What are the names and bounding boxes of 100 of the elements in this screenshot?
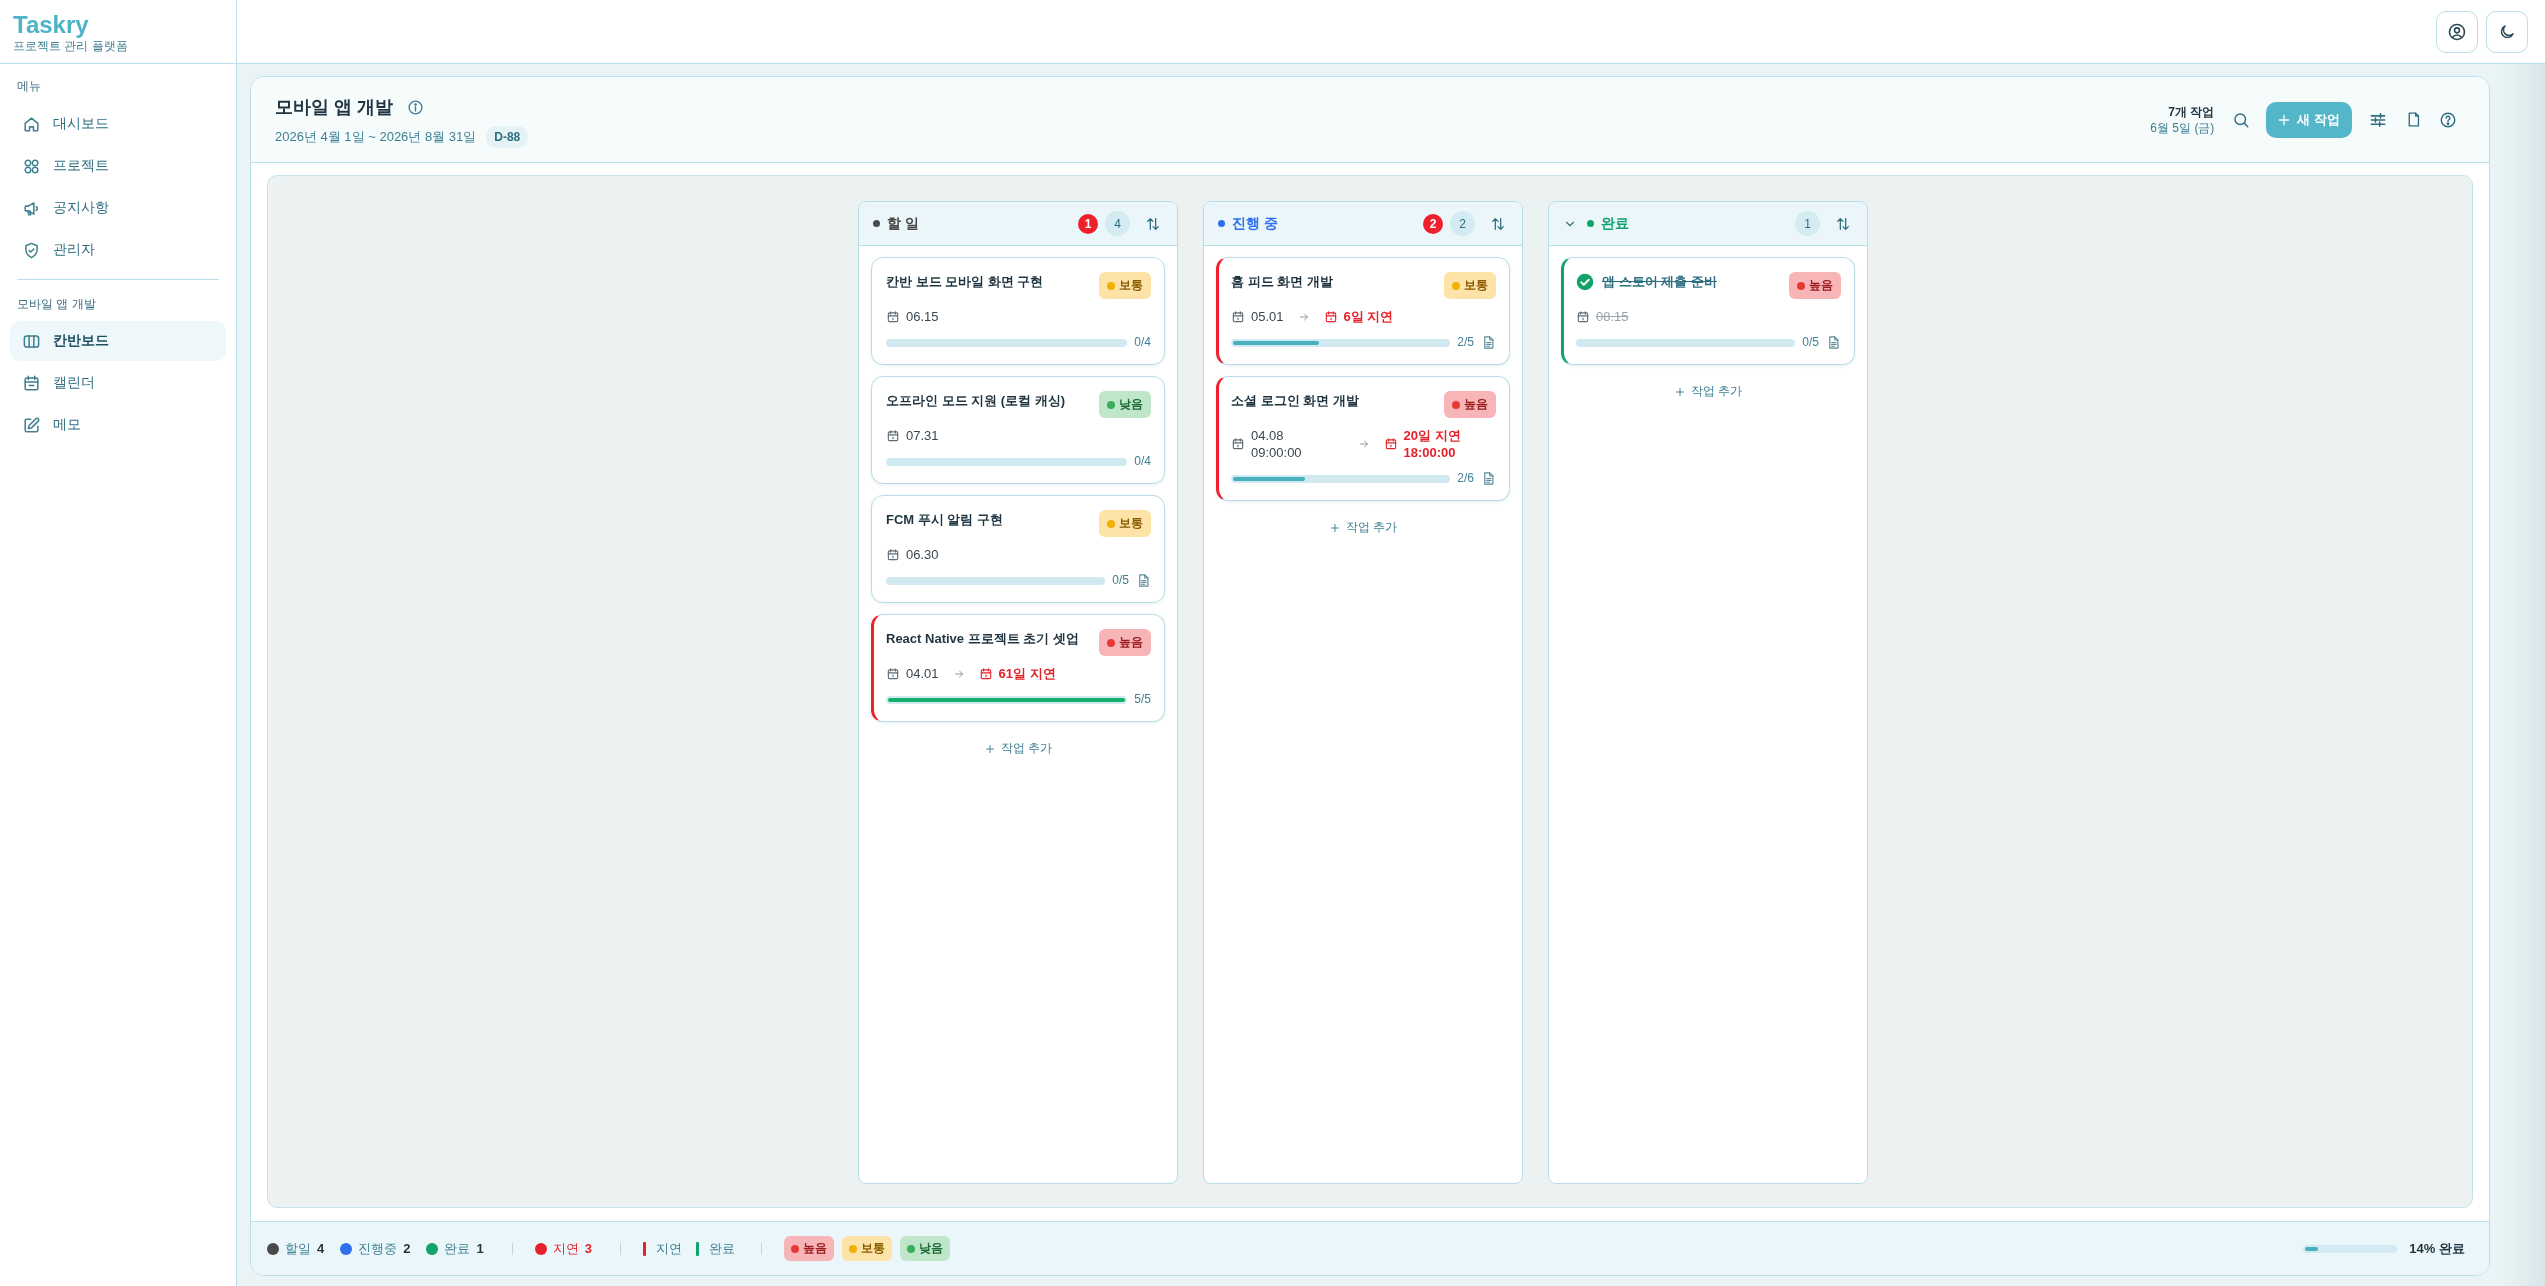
priority-label: 보통: [1464, 278, 1488, 293]
calendar-icon: [1231, 437, 1245, 451]
calendar-icon: [978, 666, 993, 681]
help-icon[interactable]: [2439, 110, 2457, 129]
shield-check-icon: [22, 240, 41, 260]
progress-count: 2/5: [1457, 335, 1474, 350]
task-card[interactable]: 오프라인 모드 지원 (로컬 캐싱) 낮음 07.31 0/4: [871, 376, 1165, 484]
progress-count: 5/5: [1134, 692, 1151, 707]
priority-dot: [906, 1244, 915, 1253]
legend-label: 지연: [655, 1239, 682, 1258]
task-card[interactable]: 홈 피드 화면 개발 보통 05.01 6일 지연 2/5: [1216, 257, 1510, 365]
progress-count: 0/5: [1802, 335, 1819, 350]
add-task-button[interactable]: 작업 추가: [1667, 379, 1749, 404]
sidebar-item[interactable]: 메모: [10, 405, 226, 445]
task-card[interactable]: React Native 프로젝트 초기 셋업 높음 04.01 61일 지연 5/5: [871, 614, 1165, 722]
sidebar-item[interactable]: 공지사항: [10, 188, 226, 228]
document-icon[interactable]: [1136, 573, 1151, 588]
card-title: 앱 스토어 제출 준비: [1602, 273, 1718, 291]
plus-icon: [1673, 385, 1686, 398]
priority-label: 높음: [1119, 635, 1143, 650]
status-count: 1: [476, 1241, 484, 1256]
due-date: 6일 지연: [1343, 308, 1394, 325]
project-period: 2026년 4월 1일 ~ 2026년 8월 31일: [275, 128, 477, 146]
search-icon[interactable]: [2232, 110, 2251, 129]
priority-dot: [1797, 281, 1805, 290]
sort-icon[interactable]: [1145, 215, 1161, 232]
overdue-count-badge: 2: [1423, 213, 1443, 234]
calendar-icon: [886, 547, 900, 562]
document-icon[interactable]: [1481, 335, 1496, 350]
dark-mode-button[interactable]: [2486, 10, 2528, 53]
sidebar-item[interactable]: 프로젝트: [10, 146, 226, 186]
sort-icon[interactable]: [1835, 215, 1851, 232]
task-count-badge: 1: [1795, 211, 1820, 236]
info-icon[interactable]: [407, 98, 424, 116]
priority-dot: [1107, 519, 1115, 528]
due-date: 20일 지연 18:00:00: [1403, 427, 1462, 461]
status-label: 완료: [444, 1239, 471, 1258]
progress-count: 0/5: [1112, 573, 1129, 588]
pencil-square-icon: [22, 415, 41, 435]
due-date: 61일 지연: [998, 665, 1056, 682]
card-title: React Native 프로젝트 초기 셋업: [886, 630, 1080, 648]
column-title: 할 일: [887, 214, 919, 233]
column-title: 완료: [1601, 214, 1629, 233]
task-card[interactable]: 소셜 로그인 화면 개발 높음 04.08 09:00:00 20일 지연 18:00:00 2/6: [1216, 376, 1510, 501]
calendar-icon: [1383, 437, 1398, 451]
status-count: 3: [584, 1241, 592, 1256]
add-task-button[interactable]: 작업 추가: [1322, 515, 1404, 540]
status-label: 진행중: [358, 1239, 398, 1258]
status-label: 지연: [552, 1239, 579, 1258]
arrow-icon: [952, 667, 965, 680]
calendar-icon: [886, 666, 900, 681]
calendar-icon: [1231, 309, 1245, 324]
plus-icon: [983, 742, 996, 755]
card-title: 칸반 보드 모바일 화면 구현: [886, 273, 1045, 291]
sort-icon[interactable]: [1490, 215, 1506, 232]
progress-count: 0/4: [1134, 454, 1151, 469]
arrow-icon: [1297, 310, 1310, 323]
add-task-button[interactable]: 작업 추가: [977, 736, 1059, 761]
status-label: 할일: [285, 1239, 311, 1258]
start-date: 05.01: [1251, 308, 1284, 325]
task-card[interactable]: 칸반 보드 모바일 화면 구현 보통 06.15 0/4: [871, 257, 1165, 365]
profile-button[interactable]: [2436, 10, 2478, 53]
calendar-icon: [886, 428, 900, 443]
status-count: 4: [317, 1241, 325, 1256]
progress-count: 0/4: [1134, 335, 1151, 350]
due-date: 06.15: [906, 308, 939, 325]
due-date: 08.15: [1596, 308, 1629, 325]
document-icon[interactable]: [1826, 335, 1841, 350]
task-card[interactable]: FCM 푸시 알림 구현 보통 06.30 0/5: [871, 495, 1165, 603]
column-title: 진행 중: [1232, 214, 1278, 233]
calendar-icon: [1323, 309, 1338, 324]
arrow-icon: [1357, 438, 1370, 450]
priority-dot: [1107, 638, 1115, 647]
brand-tagline: 프로젝트 관리 플랫폼: [13, 39, 128, 54]
task-card[interactable]: 앱 스토어 제출 준비 높음 08.15 0/5: [1561, 257, 1855, 365]
section-title: 메뉴: [16, 78, 42, 94]
grid-icon: [22, 156, 41, 176]
moon-icon: [2498, 22, 2516, 41]
d-day-badge: D-88: [486, 126, 529, 148]
priority-dot: [1107, 400, 1115, 409]
priority-dot: [848, 1244, 857, 1253]
task-count-badge: 2: [1450, 211, 1475, 236]
priority-label: 높음: [1464, 397, 1488, 412]
task-count: 7개 작업: [2168, 103, 2215, 120]
priority-dot: [1452, 400, 1460, 409]
card-title: 홈 피드 화면 개발: [1231, 273, 1334, 291]
priority-label: 보통: [860, 1241, 885, 1256]
priority-label: 높음: [1809, 278, 1833, 293]
document-icon[interactable]: [1481, 471, 1496, 486]
sidebar-item[interactable]: 칸반보드: [10, 321, 226, 361]
card-title: 오프라인 모드 지원 (로컬 캐싱): [886, 392, 1067, 410]
sidebar-item[interactable]: 캘린더: [10, 363, 226, 403]
sidebar-item[interactable]: 관리자: [10, 230, 226, 270]
start-date: 04.08 09:00:00: [1251, 427, 1303, 461]
priority-label: 낮음: [1119, 397, 1143, 412]
calendar-icon: [886, 309, 900, 324]
project-title: 모바일 앱 개발: [275, 96, 393, 119]
priority-dot: [790, 1244, 799, 1253]
sidebar-item[interactable]: 대시보드: [10, 104, 226, 144]
priority-label: 높음: [802, 1241, 827, 1256]
